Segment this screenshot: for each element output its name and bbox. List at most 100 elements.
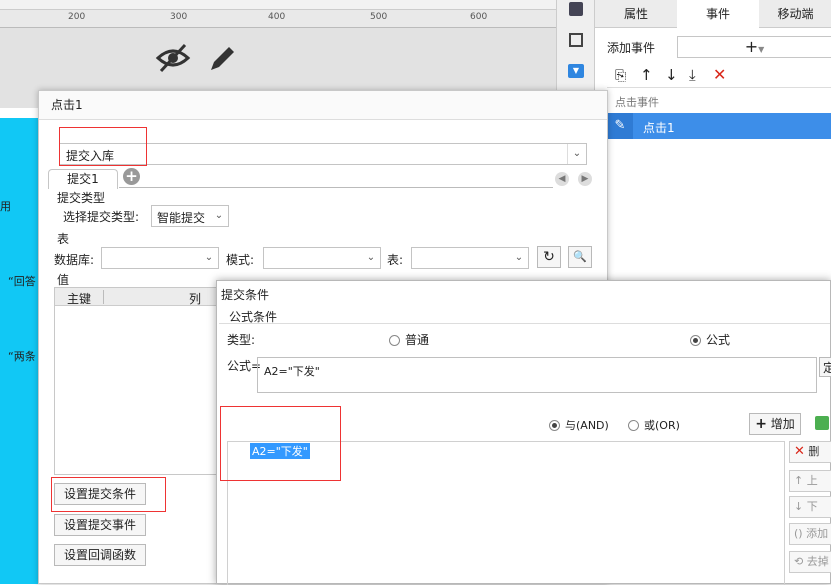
move-down-button[interactable]: ↓ 下 [789, 496, 831, 518]
table-select[interactable]: ⌄ [411, 247, 529, 269]
bracket-icon: () [794, 527, 803, 540]
chevron-down-icon: ⌄ [366, 252, 376, 263]
ruler-tick: 200 [68, 12, 86, 22]
ruler: 200 300 400 500 600 [0, 10, 560, 28]
tab-prev-icon[interactable]: ◀ [555, 172, 569, 186]
radio-icon [628, 420, 639, 431]
column-header: 列 [189, 292, 202, 306]
move-up-icon[interactable]: ↑ [640, 66, 653, 84]
add-condition-label: 增加 [770, 417, 795, 431]
add-tab-icon[interactable]: + [123, 168, 140, 185]
grid-cell-text: “两条 [8, 350, 36, 363]
move-up-label: 上 [806, 474, 818, 487]
add-bracket-label: 添加 [806, 527, 829, 540]
frame-icon[interactable] [569, 33, 583, 47]
add-event-dropdown[interactable]: +▼ [677, 36, 831, 58]
tab-events[interactable]: 事件 [677, 0, 759, 29]
group-divider [219, 323, 830, 324]
search-table-icon[interactable]: 🔍 [568, 246, 592, 268]
up-arrow-icon: ↑ [794, 474, 804, 487]
set-callback-button[interactable]: 设置回调函数 [54, 544, 146, 566]
column-header: 主键 [67, 292, 92, 306]
condition-tool-icon[interactable] [815, 416, 829, 430]
edit-pencil-icon[interactable]: ✎ [607, 113, 633, 139]
remove-bracket-icon: ⟲ [794, 555, 804, 568]
move-bottom-icon[interactable]: ⤓ [689, 66, 696, 84]
radio-formula[interactable]: 公式 [690, 331, 730, 348]
pencil-icon[interactable] [207, 42, 237, 74]
set-submit-event-button[interactable]: 设置提交事件 [54, 514, 146, 536]
smart-submit-select[interactable]: 智能提交 ⌄ [151, 205, 229, 227]
delete-condition-button[interactable]: ✕ 删 [789, 441, 831, 463]
remove-bracket-button[interactable]: ⟲ 去掉 [789, 551, 831, 573]
type-label: 类型: [227, 333, 256, 347]
radio-normal[interactable]: 普通 [389, 331, 429, 348]
define-button[interactable]: 定 [819, 357, 831, 377]
chevron-down-icon: ⌄ [514, 252, 524, 263]
tab-submit-1[interactable]: 提交1 [48, 169, 118, 189]
table-label: 表: [387, 253, 404, 267]
smart-submit-value: 智能提交 [157, 211, 206, 225]
mode-select[interactable]: ⌄ [263, 247, 381, 269]
ruler-tick: 500 [370, 12, 388, 22]
ruler-tick: 400 [268, 12, 286, 22]
radio-and[interactable]: 与(AND) [549, 417, 609, 433]
event-item-label: 点击1 [643, 121, 675, 135]
event-list-header: 点击事件 [615, 96, 659, 109]
column-divider [103, 290, 104, 304]
remove-bracket-label: 去掉 [806, 555, 829, 568]
database-label: 数据库: [54, 253, 95, 267]
radio-and-label: 与(AND) [565, 419, 609, 432]
value-table: 主键 列 [54, 287, 224, 475]
refresh-icon[interactable]: ↻ [537, 246, 561, 268]
mode-label: 模式: [226, 253, 255, 267]
radio-icon [690, 335, 701, 346]
dialog-title: 点击1 [39, 91, 607, 120]
info-icon[interactable] [569, 2, 583, 16]
section-submit-type: 提交类型 [57, 191, 106, 205]
ruler-tick: 600 [470, 12, 488, 22]
add-condition-button[interactable]: + 增加 [749, 413, 801, 435]
section-value: 值 [57, 273, 70, 287]
chevron-down-icon: ⌄ [567, 144, 586, 164]
database-select[interactable]: ⌄ [101, 247, 219, 269]
highlight-box [51, 477, 166, 512]
tab-next-icon[interactable]: ▶ [578, 172, 592, 186]
select-submit-type-label: 选择提交类型: [63, 210, 140, 224]
hide-eye-icon[interactable] [155, 42, 191, 74]
grid-cell-text: “回答 [8, 275, 36, 288]
formula-input[interactable]: A2="下发" [257, 357, 817, 393]
plus-icon: + [755, 416, 767, 432]
section-table: 表 [57, 232, 70, 246]
event-item[interactable]: ✎ 点击1 [607, 113, 831, 139]
formula-label: 公式= [227, 359, 262, 373]
report-grid: 用 “回答 “两条 [0, 118, 40, 584]
add-bracket-button[interactable]: () 添加 [789, 523, 831, 545]
ruler-tick: 300 [170, 12, 188, 22]
radio-formula-label: 公式 [706, 333, 731, 347]
radio-icon [389, 335, 400, 346]
grid-cell-text: 用 [0, 200, 11, 213]
delete-icon[interactable]: ✕ [713, 65, 726, 84]
event-toolbar: ⎘ ↑ ↓ ⤓ ✕ [607, 64, 831, 88]
chevron-down-icon: ⌄ [204, 252, 214, 263]
move-down-icon[interactable]: ↓ [665, 66, 678, 84]
copy-icon[interactable]: ⎘ [615, 68, 626, 84]
move-up-button[interactable]: ↑ 上 [789, 470, 831, 492]
dropdown-widget-icon[interactable]: ▼ [568, 64, 584, 78]
delete-condition-label: 删 [808, 445, 820, 458]
tab-divider [119, 187, 553, 188]
tab-properties[interactable]: 属性 [595, 0, 677, 28]
down-arrow-icon: ↓ [794, 500, 804, 513]
move-down-label: 下 [806, 500, 818, 513]
add-event-label: 添加事件 [607, 41, 656, 55]
submit-condition-dialog: 提交条件 公式条件 类型: 普通 公式 公式= A2="下发" 定 与(AND)… [216, 280, 831, 585]
radio-icon [549, 420, 560, 431]
dialog-title: 提交条件 [217, 281, 830, 309]
tab-mobile[interactable]: 移动端 [759, 0, 831, 28]
radio-or[interactable]: 或(OR) [628, 417, 680, 433]
format-toolbar [0, 0, 560, 10]
radio-normal-label: 普通 [405, 333, 430, 347]
chevron-down-icon: ⌄ [214, 210, 224, 221]
table-header: 主键 列 [55, 288, 223, 306]
